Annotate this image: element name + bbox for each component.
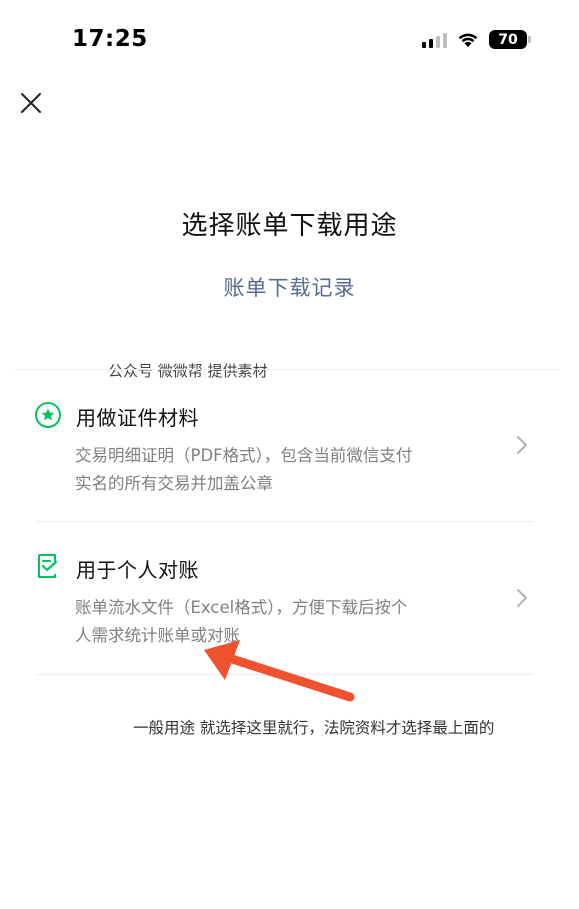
status-time: 17:25 bbox=[72, 26, 148, 52]
option-title: 用于个人对账 bbox=[76, 558, 199, 582]
option-description-line: 人需求统计账单或对账 bbox=[75, 626, 240, 645]
option-description-line: 账单流水文件（Excel格式），方便下载后按个 bbox=[75, 598, 408, 617]
option-description: 交易明细证明（PDF格式），包含当前微信支付 实名的所有交易并加盖公章 bbox=[75, 442, 475, 498]
option-description: 账单流水文件（Excel格式），方便下载后按个 人需求统计账单或对账 bbox=[75, 594, 475, 650]
annotation-note: 一般用途 就选择这里就行，法院资料才选择最上面的 bbox=[133, 719, 495, 737]
divider bbox=[15, 369, 559, 370]
cellular-signal-icon bbox=[422, 32, 447, 48]
wifi-icon bbox=[458, 33, 478, 47]
chevron-right-icon bbox=[517, 589, 527, 607]
option-certificate-material[interactable]: 用做证件材料 交易明细证明（PDF格式），包含当前微信支付 实名的所有交易并加盖… bbox=[0, 390, 579, 520]
watermark-text: 公众号 微微帮 提供素材 bbox=[108, 362, 268, 380]
star-badge-icon bbox=[35, 402, 61, 428]
option-title: 用做证件材料 bbox=[76, 406, 199, 430]
page-title: 选择账单下载用途 bbox=[181, 211, 398, 241]
option-personal-reconciliation[interactable]: 用于个人对账 账单流水文件（Excel格式），方便下载后按个 人需求统计账单或对… bbox=[0, 542, 579, 672]
battery-level: 70 bbox=[498, 31, 518, 48]
option-description-line: 交易明细证明（PDF格式），包含当前微信支付 bbox=[75, 446, 413, 465]
divider bbox=[37, 674, 533, 675]
download-history-link[interactable]: 账单下载记录 bbox=[0, 272, 579, 302]
chevron-right-icon bbox=[517, 436, 527, 454]
divider bbox=[37, 521, 533, 522]
option-description-line: 实名的所有交易并加盖公章 bbox=[75, 474, 273, 493]
battery-icon: 70 bbox=[489, 30, 531, 49]
close-icon[interactable] bbox=[19, 91, 43, 115]
status-indicators: 70 bbox=[422, 30, 531, 49]
document-check-icon bbox=[38, 554, 58, 578]
